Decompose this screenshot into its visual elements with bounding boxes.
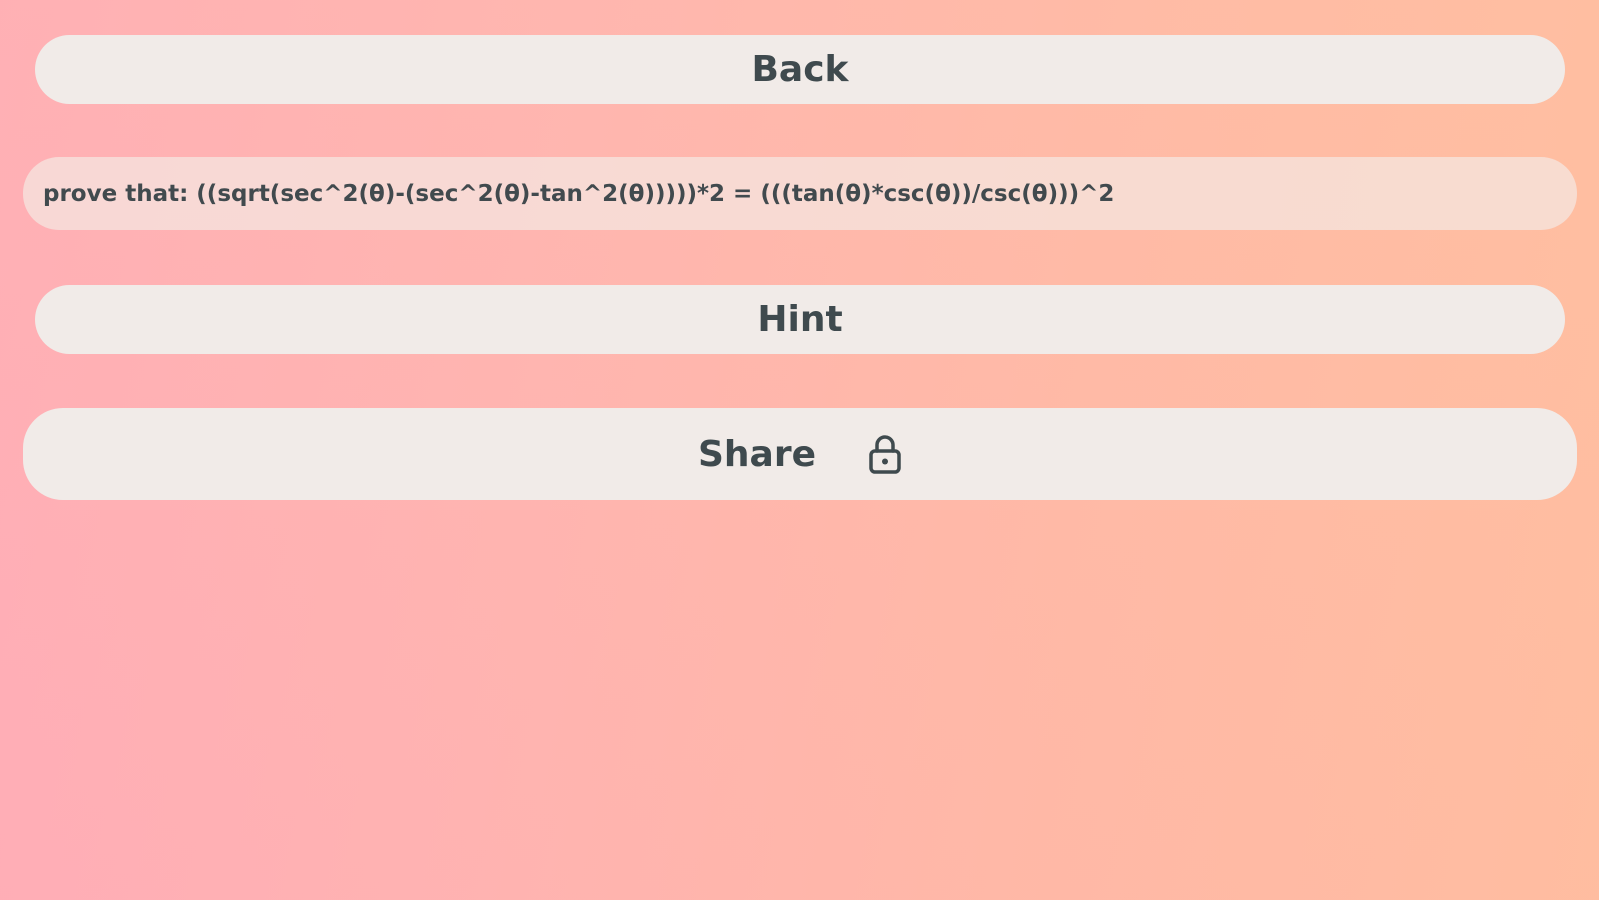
hint-button-label: Hint xyxy=(757,299,843,340)
hint-button[interactable]: Hint xyxy=(35,285,1565,354)
back-button[interactable]: Back xyxy=(35,35,1565,104)
problem-text: prove that: ((sqrt(sec^2(θ)-(sec^2(θ)-ta… xyxy=(43,180,1115,207)
share-button-label: Share xyxy=(697,433,817,475)
lock-icon xyxy=(868,433,902,475)
share-button[interactable]: Share xyxy=(23,408,1577,500)
back-button-label: Back xyxy=(751,49,849,90)
problem-statement: prove that: ((sqrt(sec^2(θ)-(sec^2(θ)-ta… xyxy=(23,157,1577,230)
